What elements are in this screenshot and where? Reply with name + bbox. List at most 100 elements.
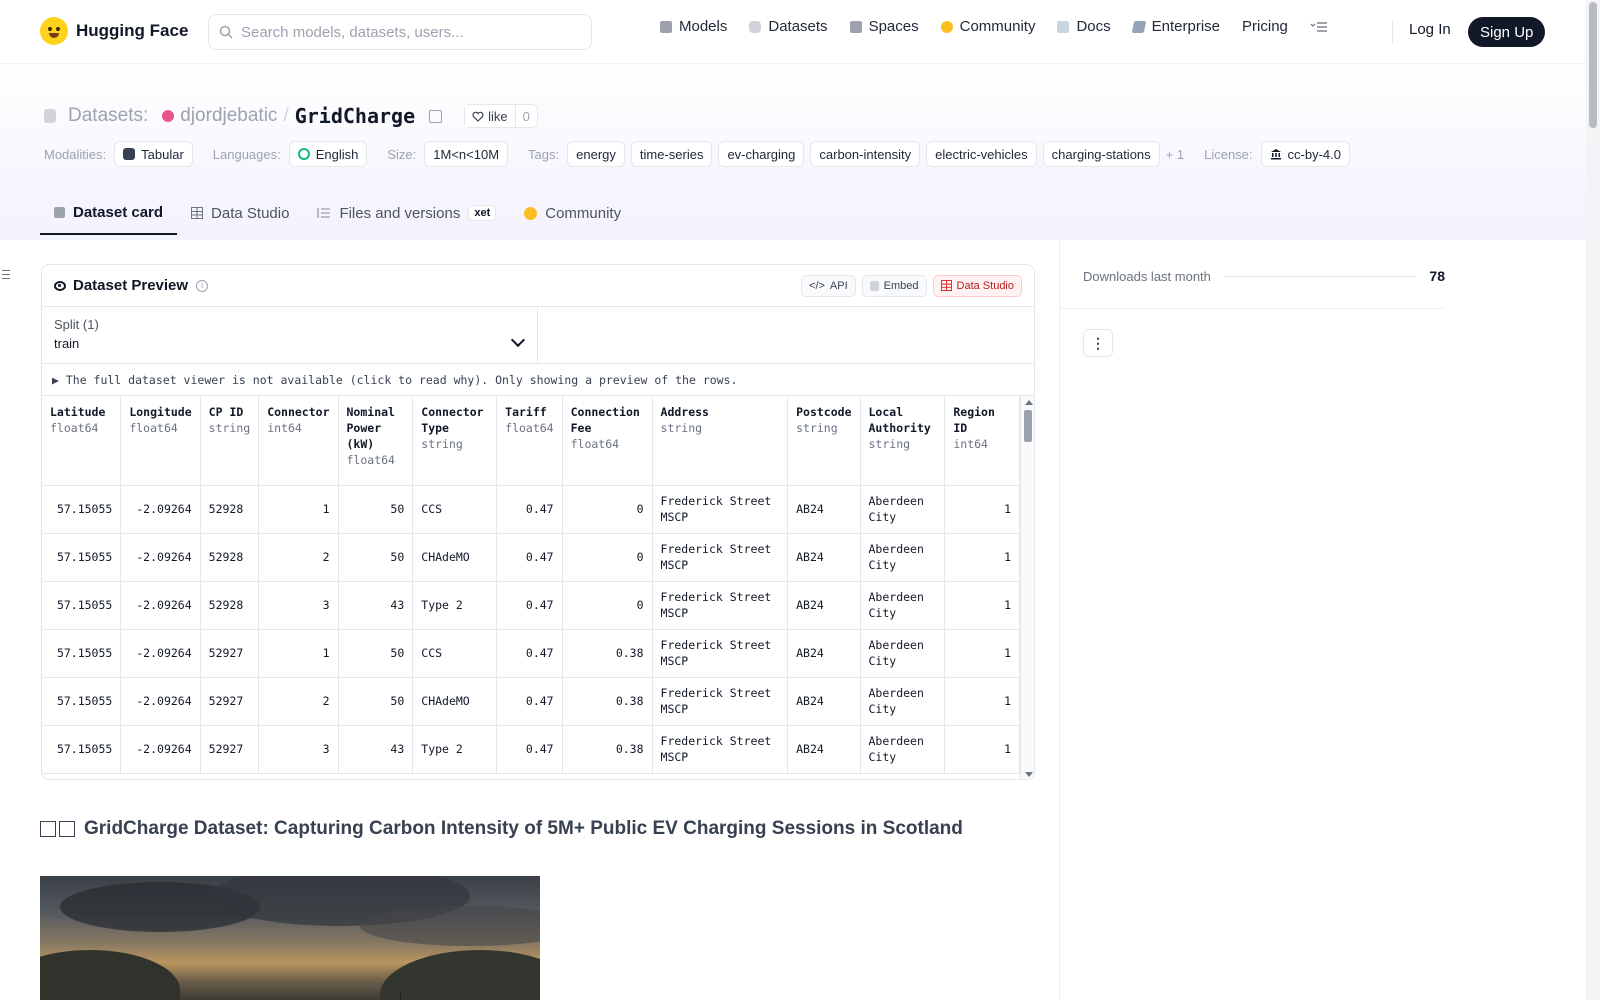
nav-more-menu[interactable]	[1310, 21, 1328, 33]
table-row[interactable]: 57.15055 -2.09264 52927 3 43 Type 2 0.47 0.38 Fr…	[42, 725, 1020, 774]
xet-badge: xet	[468, 205, 497, 221]
table-row[interactable]: 57.15055 -2.09264 52928 3 43 Type 2 0.47 0 Frede…	[42, 581, 1020, 630]
like-button[interactable]: like	[465, 105, 516, 127]
embed-button[interactable]: Embed	[861, 274, 927, 297]
community-icon	[940, 20, 953, 33]
table-cell: 0.47	[496, 581, 563, 630]
tab-data-studio[interactable]: Data Studio	[177, 191, 303, 235]
table-cell: CHAdeMO	[412, 533, 498, 582]
column-header[interactable]: Longitude float64	[120, 396, 201, 486]
tab-dataset-card[interactable]: Dataset card	[40, 191, 178, 235]
page-scroll-thumb[interactable]	[1589, 2, 1597, 128]
tab-label: Data Studio	[211, 204, 290, 222]
repo-name[interactable]: GridCharge	[295, 104, 415, 128]
column-header[interactable]: Address string	[652, 396, 789, 486]
column-dtype: float64	[570, 437, 620, 451]
community-icon	[524, 206, 538, 220]
more-options-button[interactable]: ⋮	[1083, 329, 1113, 357]
table-row[interactable]: 57.15055 -2.09264 52928 2 50 CHAdeMO 0.47 0 Fred…	[42, 533, 1020, 582]
more-tags-link[interactable]: + 1	[1166, 147, 1184, 162]
tab-community[interactable]: Community	[510, 191, 635, 235]
nav-divider	[1392, 20, 1393, 44]
search-input[interactable]	[241, 23, 571, 41]
tag-chip[interactable]: energy	[567, 141, 625, 167]
nav-community-label: Community	[959, 18, 1036, 35]
table-cell: 0	[562, 533, 653, 582]
table-cell: AB24	[787, 533, 861, 582]
table-cell: AB24	[787, 629, 861, 678]
scroll-thumb[interactable]	[1024, 410, 1032, 442]
tag-chip[interactable]: carbon-intensity	[810, 141, 921, 167]
embed-label: Embed	[883, 279, 919, 292]
sidebar-toggle-icon[interactable]	[2, 270, 10, 279]
table-row[interactable]: 57.15055 -2.09264 52927 2 50 CHAdeMO 0.47 0.38 F…	[42, 677, 1020, 726]
brand[interactable]: Hugging Face	[40, 17, 188, 45]
data-studio-button[interactable]: Data Studio	[932, 274, 1022, 297]
search-box[interactable]	[208, 14, 592, 50]
column-header[interactable]: Postcode string	[787, 396, 861, 486]
column-header[interactable]: Latitude float64	[42, 396, 122, 486]
column-header[interactable]: Connection Fee float64	[562, 396, 653, 486]
nav-datasets[interactable]: Datasets	[749, 18, 828, 35]
copy-icon[interactable]	[429, 109, 443, 123]
tag-chip[interactable]: electric-vehicles	[926, 141, 1037, 167]
nav-community[interactable]: Community	[940, 18, 1036, 35]
table-row[interactable]: 57.15055 -2.09264 52928 1 50 CCS 0.47 0 Frederic…	[42, 485, 1020, 534]
top-navigation: Hugging Face Models Datasets Spaces Comm…	[0, 0, 1586, 64]
table-cell: -2.09264	[120, 533, 201, 582]
tag-chip[interactable]: ev-charging	[718, 141, 805, 167]
table-cell: 50	[338, 533, 414, 582]
tag-chip[interactable]: time-series	[630, 141, 713, 167]
modality-chip[interactable]: Tabular	[114, 141, 193, 167]
sidebar-divider	[1059, 308, 1445, 309]
column-dtype: string	[208, 421, 251, 435]
table-cell: -2.09264	[120, 629, 201, 678]
scroll-down-icon[interactable]	[1025, 772, 1033, 777]
table-cell: 1	[944, 677, 1020, 726]
table-cell: AB24	[787, 677, 861, 726]
column-header[interactable]: Nominal Power (kW) float64	[338, 396, 414, 486]
hugging-face-logo-icon	[40, 17, 68, 45]
tab-files-and-versions[interactable]: Files and versions xet	[303, 191, 510, 235]
dataset-card-heading: GridCharge Dataset: Capturing Carbon Int…	[40, 818, 963, 840]
page-scrollbar[interactable]	[1586, 0, 1600, 1000]
tag-chip[interactable]: charging-stations	[1042, 141, 1160, 167]
api-button[interactable]: </> API	[801, 274, 856, 297]
search-icon	[219, 25, 233, 39]
column-header[interactable]: Region ID int64	[944, 396, 1020, 486]
nav-enterprise[interactable]: Enterprise	[1131, 18, 1220, 35]
signup-button[interactable]: Sign Up	[1468, 17, 1546, 47]
info-icon[interactable]: i	[196, 279, 209, 292]
language-chip[interactable]: English	[288, 141, 368, 167]
login-link[interactable]: Log In	[1409, 21, 1451, 38]
column-header[interactable]: Local Authority string	[860, 396, 946, 486]
table-row[interactable]: 57.15055 -2.09264 52927 1 50 CCS 0.47 0.38 Frede…	[42, 629, 1020, 678]
column-header[interactable]: Connector Type string	[412, 396, 498, 486]
column-name: CP ID	[208, 405, 244, 419]
table-cell: 50	[338, 677, 414, 726]
nav-spaces[interactable]: Spaces	[849, 18, 919, 35]
nav-models[interactable]: Models	[660, 18, 727, 35]
table-cell: 57.15055	[42, 533, 122, 582]
path-separator: /	[283, 105, 289, 126]
table-cell: 0	[562, 581, 653, 630]
table-cell: Aberdeen City	[860, 629, 946, 678]
column-header[interactable]: Tariff float64	[496, 396, 563, 486]
data-studio-label: Data Studio	[956, 279, 1014, 292]
column-name: Connector	[267, 405, 330, 419]
table-cell: 57.15055	[42, 485, 122, 534]
viewer-notice[interactable]: ▶ The full dataset viewer is not availab…	[42, 364, 1034, 396]
column-header[interactable]: Connector int64	[258, 396, 339, 486]
column-name: Latitude	[50, 405, 106, 419]
column-header[interactable]: CP ID string	[200, 396, 260, 486]
scroll-up-icon[interactable]	[1025, 400, 1033, 405]
size-chip[interactable]: 1M<n<10M	[424, 141, 509, 167]
license-chip[interactable]: cc-by-4.0	[1260, 141, 1350, 167]
owner-link[interactable]: djordjebatic	[180, 105, 277, 127]
nav-docs[interactable]: Docs	[1057, 18, 1111, 35]
table-scrollbar[interactable]	[1020, 396, 1034, 779]
brand-name: Hugging Face	[76, 21, 189, 40]
section-label: Datasets:	[68, 105, 149, 126]
split-selector[interactable]: Split (1) train	[42, 307, 538, 363]
nav-pricing[interactable]: Pricing	[1242, 18, 1288, 35]
